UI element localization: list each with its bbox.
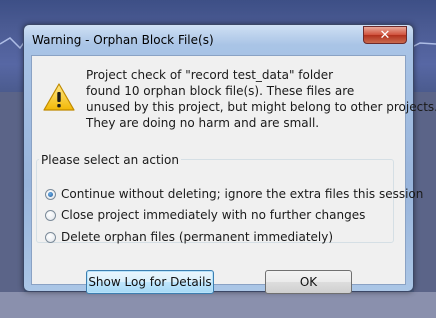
- option-close-project-label: Close project immediately with no furthe…: [61, 208, 366, 222]
- action-group-title: Please select an action: [39, 153, 181, 167]
- dialog-body: Project check of "record test_data" fold…: [31, 55, 436, 294]
- option-continue[interactable]: Continue without deleting; ignore the ex…: [45, 186, 423, 202]
- radio-delete-orphans[interactable]: [45, 231, 56, 243]
- option-close-project[interactable]: Close project immediately with no furthe…: [45, 207, 365, 223]
- background-panel-bottom: [0, 292, 436, 318]
- background-panel-right: [414, 92, 436, 318]
- option-delete-orphans[interactable]: Delete orphan files (permanent immediate…: [45, 229, 333, 245]
- radio-close-project[interactable]: [45, 209, 56, 221]
- message-line: Project check of "record test_data" fold…: [86, 68, 334, 82]
- radio-continue[interactable]: [45, 188, 56, 200]
- show-log-button[interactable]: Show Log for Details: [86, 270, 214, 294]
- option-delete-orphans-label: Delete orphan files (permanent immediate…: [61, 230, 334, 244]
- dialog-message: Project check of "record test_data" fold…: [86, 67, 436, 131]
- close-button[interactable]: ✕: [363, 26, 407, 44]
- ok-button[interactable]: OK: [265, 270, 352, 294]
- message-line: They are doing no harm and are small.: [86, 116, 320, 130]
- message-line: found 10 orphan block file(s). These fil…: [86, 84, 355, 98]
- orphan-block-dialog: Warning - Orphan Block File(s) ✕ Project…: [23, 24, 436, 294]
- message-line: unused by this project, but might belong…: [86, 100, 436, 114]
- warning-icon: [43, 83, 75, 111]
- background-panel-left: [0, 92, 24, 318]
- dialog-title: Warning - Orphan Block File(s): [32, 33, 214, 47]
- option-continue-label: Continue without deleting; ignore the ex…: [61, 187, 424, 201]
